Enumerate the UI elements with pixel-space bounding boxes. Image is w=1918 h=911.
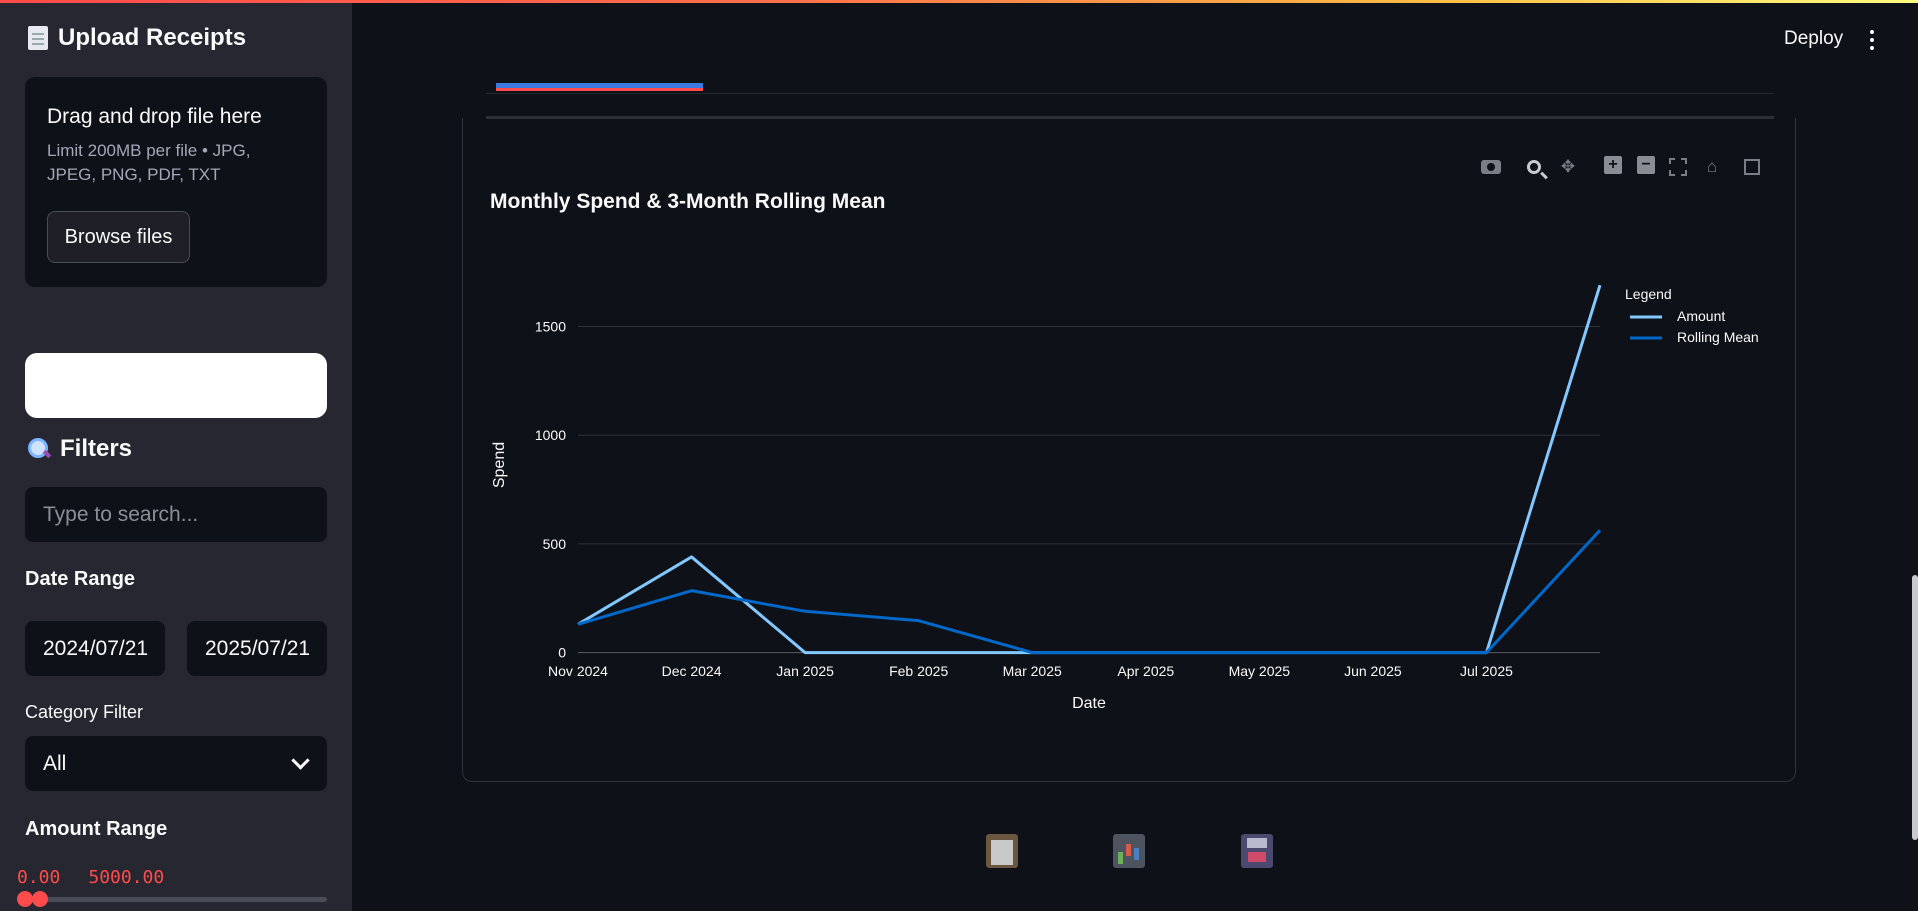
x-tick-label: Jul 2025	[1460, 663, 1513, 679]
chart-title: Monthly Spend & 3-Month Rolling Mean	[490, 190, 886, 213]
amount-range-label: Amount Range	[25, 818, 168, 840]
y-tick-label: 500	[543, 536, 567, 552]
line-chart: 0 500 1000 1500 Nov 2024 Dec 2024 Jan 2025 Feb …	[491, 284, 1759, 712]
chevron-down-icon	[291, 751, 310, 770]
date-range-label: Date Range	[25, 568, 136, 590]
x-tick-label: Nov 2024	[548, 663, 608, 679]
clipboard-icon[interactable]	[986, 834, 1018, 868]
search-placeholder: Type to search...	[43, 502, 199, 526]
y-axis-title: Spend	[491, 442, 508, 488]
upload-title: Upload Receipts	[58, 24, 247, 51]
pan-icon[interactable]: ✥	[1557, 156, 1579, 178]
bar-chart-icon[interactable]	[1113, 834, 1145, 868]
date-to-input[interactable]: 2025/07/21	[187, 621, 327, 676]
date-from-value: 2024/07/21	[43, 636, 149, 660]
blank-white-box	[25, 353, 327, 418]
top-decoration-bar	[0, 0, 1918, 3]
amount-max-value: 5000.00	[88, 867, 165, 888]
upload-header: Upload Receipts	[28, 24, 246, 52]
x-tick-label: Jan 2025	[776, 663, 834, 679]
amount-range-values: 0.00 5000.00	[17, 867, 164, 888]
x-tick-label: Mar 2025	[1003, 663, 1062, 679]
amount-min-value: 0.00	[17, 867, 61, 888]
x-axis-title: Date	[1072, 695, 1106, 712]
filters-title: Filters	[60, 435, 133, 462]
fullscreen-icon[interactable]	[1741, 156, 1763, 178]
magnifier-icon	[28, 438, 50, 460]
deploy-button[interactable]: Deploy	[1784, 28, 1843, 50]
scrollbar-thumb[interactable]	[1912, 575, 1918, 840]
category-filter-label: Category Filter	[25, 702, 144, 722]
browse-files-button[interactable]: Browse files	[47, 211, 190, 263]
x-tick-label: Dec 2024	[662, 663, 722, 679]
document-icon	[28, 26, 48, 50]
x-tick-label: Apr 2025	[1117, 663, 1174, 679]
legend-label: Amount	[1677, 308, 1725, 324]
category-value: All	[43, 751, 67, 775]
legend-label: Rolling Mean	[1677, 329, 1759, 345]
active-tab-indicator	[496, 83, 703, 91]
zoom-in-icon[interactable]: +	[1604, 156, 1622, 174]
tab-divider	[486, 93, 1774, 94]
y-tick-label: 1500	[535, 319, 566, 335]
dropzone-title: Drag and drop file here	[47, 105, 262, 128]
legend-title: Legend	[1625, 286, 1672, 302]
category-select[interactable]: All	[25, 736, 327, 791]
date-to-value: 2025/07/21	[205, 636, 311, 660]
filters-header: Filters	[28, 435, 132, 463]
x-tick-label: Feb 2025	[889, 663, 948, 679]
amount-slider-max-handle[interactable]	[32, 891, 48, 907]
floppy-disk-icon[interactable]	[1241, 834, 1273, 868]
kebab-menu-icon[interactable]	[1870, 30, 1874, 50]
zoom-out-icon[interactable]: −	[1637, 156, 1655, 174]
autoscale-icon[interactable]	[1667, 156, 1689, 178]
home-icon[interactable]: ⌂	[1701, 156, 1723, 178]
file-dropzone[interactable]: Drag and drop file here Limit 200MB per …	[25, 77, 327, 287]
dropzone-limits: Limit 200MB per file • JPG, JPEG, PNG, P…	[47, 141, 251, 184]
sidebar: Upload Receipts Drag and drop file here …	[0, 0, 352, 911]
zoom-icon[interactable]	[1523, 156, 1545, 178]
x-tick-label: May 2025	[1229, 663, 1291, 679]
y-tick-label: 1000	[535, 427, 566, 443]
y-tick-label: 0	[558, 645, 566, 661]
camera-icon[interactable]	[1480, 156, 1502, 178]
amount-slider-min-handle[interactable]	[17, 891, 33, 907]
date-from-input[interactable]: 2024/07/21	[25, 621, 165, 676]
amount-slider-track[interactable]	[25, 897, 327, 902]
x-tick-label: Jun 2025	[1344, 663, 1402, 679]
search-input[interactable]: Type to search...	[25, 487, 327, 542]
